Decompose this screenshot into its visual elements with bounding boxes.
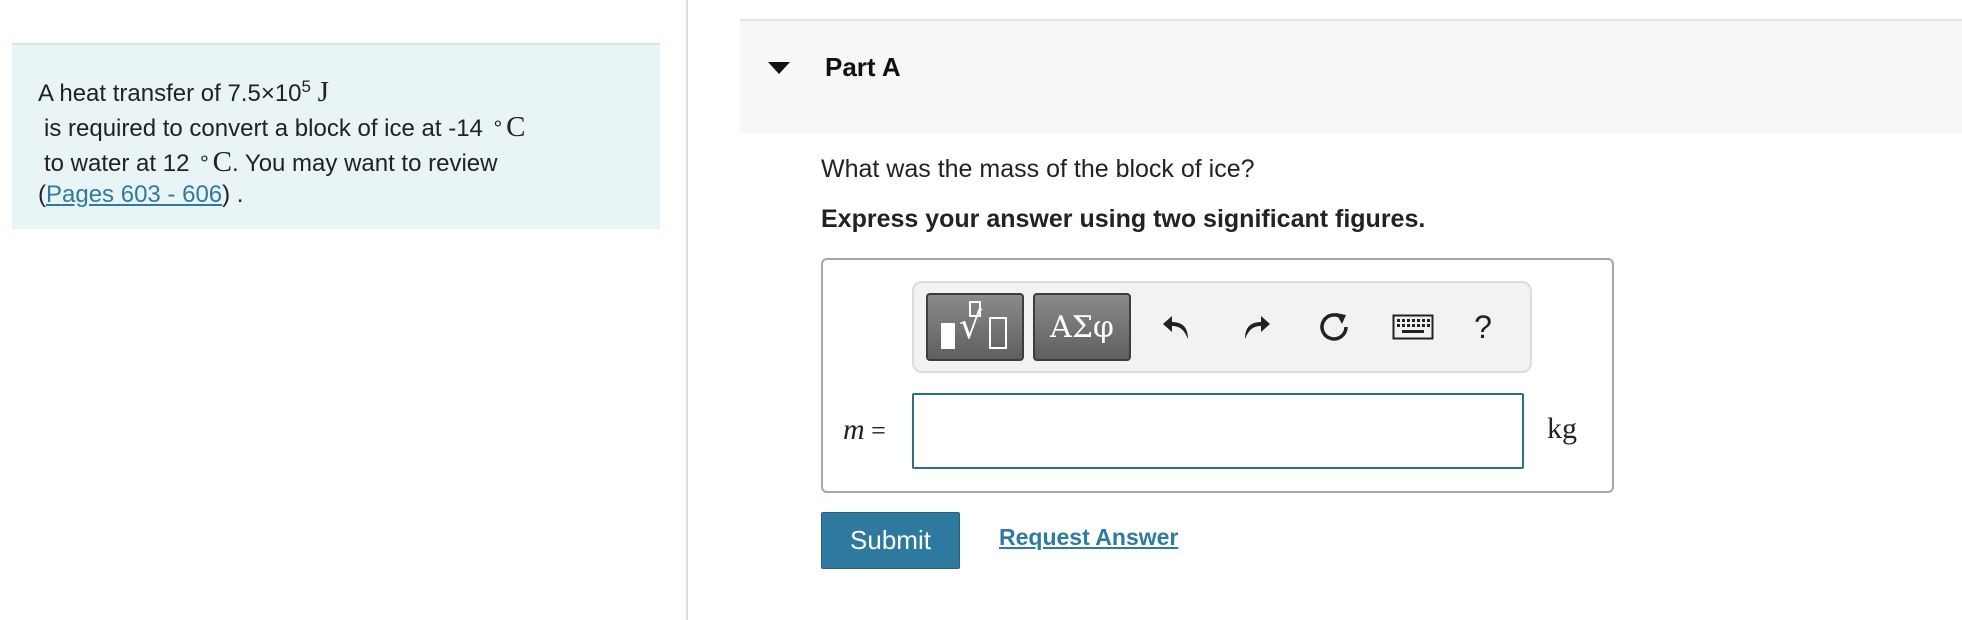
paren-open: ( — [38, 181, 46, 208]
submit-button[interactable]: Submit — [821, 512, 960, 569]
temperature-unit: C — [212, 146, 232, 178]
panel-divider — [686, 0, 688, 620]
request-answer-link[interactable]: Request Answer — [999, 524, 1178, 551]
problem-line-3: to water at 12 ∘C. You may want to revie… — [38, 144, 660, 179]
undo-icon[interactable] — [1157, 307, 1197, 347]
templates-sqrt-icon: √ — [935, 301, 1015, 353]
answer-box: √ ΑΣφ ? m = kg — [821, 258, 1614, 493]
part-header[interactable]: Part A — [740, 19, 1962, 133]
part-title: Part A — [825, 52, 901, 82]
symbols-button[interactable]: ΑΣφ — [1033, 293, 1131, 361]
instruction-text: Express your answer using two significan… — [821, 205, 1426, 233]
reset-icon[interactable] — [1314, 307, 1354, 347]
final-temperature: 12 — [162, 150, 190, 177]
redo-icon[interactable] — [1236, 307, 1276, 347]
collapse-caret-icon[interactable] — [768, 62, 790, 74]
heat-exponent: 5 — [301, 77, 311, 96]
help-button[interactable]: ? — [1463, 307, 1503, 347]
math-toolbar: √ ΑΣφ ? — [912, 281, 1532, 373]
heat-unit: J — [317, 76, 329, 108]
problem-line-4: (Pages 603 - 606) . — [38, 179, 660, 210]
temperature-unit: C — [506, 111, 526, 143]
problem-line-1: A heat transfer of 7.5×105 J — [38, 77, 660, 109]
keyboard-icon[interactable] — [1387, 307, 1439, 347]
problem-text: . You may want to review — [231, 150, 498, 177]
degree-symbol: ∘ — [491, 113, 505, 135]
answer-variable-label: m = — [843, 413, 886, 447]
heat-value: 7.5×10 — [227, 80, 302, 107]
paren-close: ) . — [222, 181, 244, 208]
templates-button[interactable]: √ — [926, 293, 1024, 361]
problem-line-2: is required to convert a block of ice at… — [38, 109, 660, 144]
answer-input[interactable] — [912, 393, 1524, 469]
degree-symbol: ∘ — [198, 148, 211, 170]
problem-statement: A heat transfer of 7.5×105 J is required… — [12, 43, 660, 229]
problem-text: is required to convert a block of ice at — [44, 115, 449, 142]
problem-text: A heat transfer of — [38, 80, 228, 107]
answer-unit-label: kg — [1547, 412, 1577, 445]
initial-temperature: -14 — [448, 115, 483, 142]
variable-symbol: m — [843, 413, 865, 446]
review-pages-link[interactable]: Pages 603 - 606 — [46, 181, 222, 208]
equals-sign: = — [871, 416, 886, 445]
question-text: What was the mass of the block of ice? — [821, 155, 1255, 183]
problem-text: to water at — [44, 150, 163, 177]
